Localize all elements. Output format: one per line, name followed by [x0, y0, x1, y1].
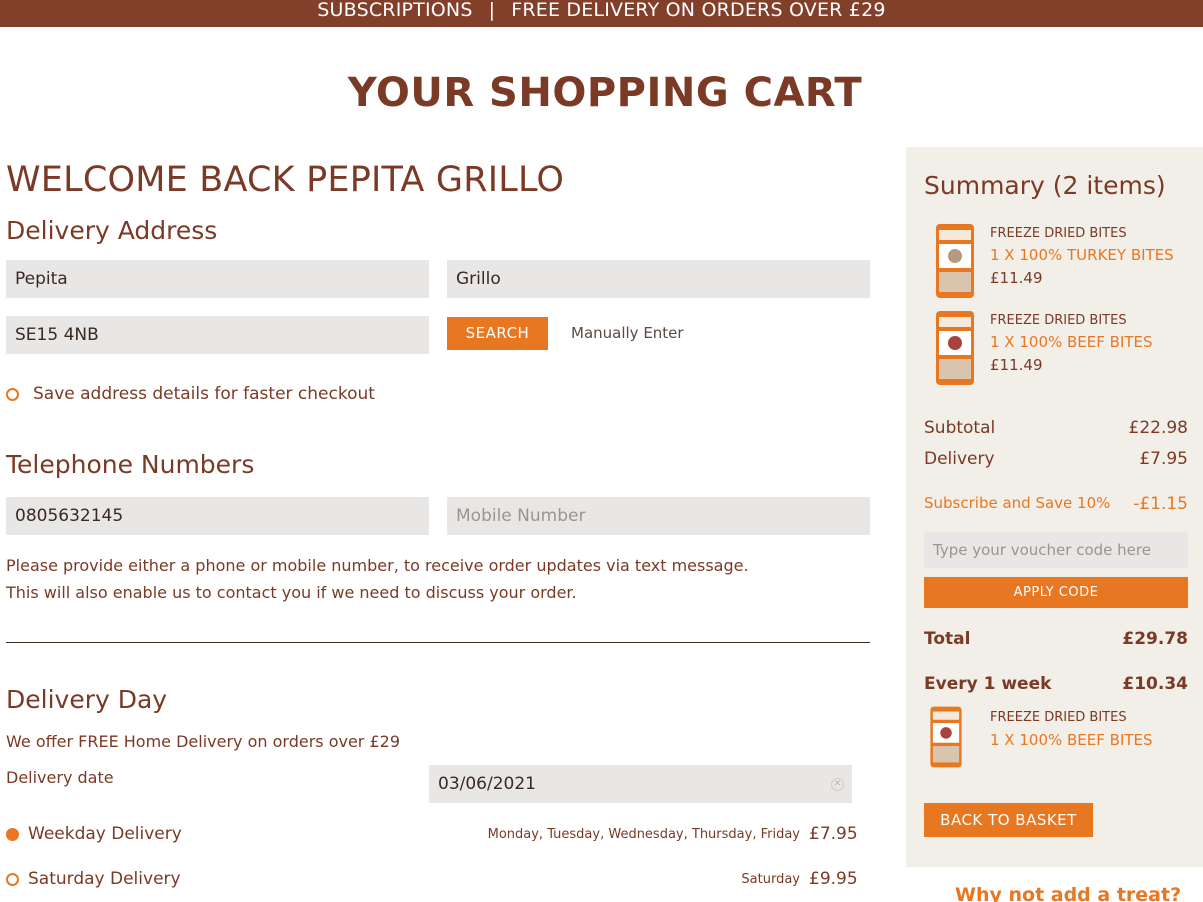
add-treat-heading: Why not add a treat? [955, 884, 1182, 902]
banner-free-delivery-text: FREE DELIVERY ON ORDERS OVER £29 [511, 0, 886, 21]
subtotal-label: Subtotal [924, 418, 996, 438]
order-summary-panel: Summary (2 items) FREEZE DRIED BITES 1 X… [906, 147, 1203, 867]
discount-value: -£1.15 [1133, 494, 1188, 514]
postcode-field[interactable]: SE15 4NB [6, 316, 429, 354]
search-address-button[interactable]: SEARCH [447, 317, 548, 350]
discount-label: Subscribe and Save 10% [924, 494, 1111, 512]
banner-subscriptions-link[interactable]: SUBSCRIPTIONS [317, 0, 472, 20]
subscription-frequency-value: £10.34 [1122, 674, 1188, 694]
subscription-item-category: FREEZE DRIED BITES [990, 710, 1127, 725]
subscription-product-image [930, 706, 962, 768]
last-name-field[interactable]: Grillo [447, 260, 870, 298]
phone-field[interactable]: 0805632145 [6, 497, 429, 535]
mobile-field[interactable]: Mobile Number [447, 497, 870, 535]
weekday-delivery-radio[interactable] [6, 828, 19, 841]
delivery-date-label: Delivery date [6, 768, 114, 787]
subtotal-value: £22.98 [1128, 418, 1188, 438]
welcome-heading: WELCOME BACK PEPITA GRILLO [6, 160, 565, 200]
item2-name[interactable]: 1 X 100% BEEF BITES [990, 333, 1153, 351]
delivery-date-field[interactable]: 03/06/2021 ✕ [429, 765, 852, 803]
phone-note-line1: Please provide either a phone or mobile … [6, 556, 749, 575]
item1-category: FREEZE DRIED BITES [990, 226, 1127, 241]
voucher-input[interactable]: Type your voucher code here [924, 532, 1188, 568]
item1-price: £11.49 [990, 269, 1043, 287]
beef-bites-product-image [936, 311, 974, 385]
first-name-field[interactable]: Pepita [6, 260, 429, 298]
saturday-delivery-price: £9.95 [809, 869, 858, 889]
back-to-basket-button[interactable]: BACK TO BASKET [924, 803, 1093, 837]
total-label: Total [924, 629, 971, 649]
item1-name[interactable]: 1 X 100% TURKEY BITES [990, 246, 1174, 264]
clear-date-icon[interactable]: ✕ [831, 778, 844, 791]
summary-title: Summary (2 items) [924, 171, 1166, 200]
subscription-frequency-label: Every 1 week [924, 674, 1052, 694]
banner-separator: | [488, 0, 496, 21]
weekday-delivery-label: Weekday Delivery [28, 824, 182, 844]
delivery-cost-value: £7.95 [1139, 449, 1188, 469]
top-banner: SUBSCRIPTIONS | FREE DELIVERY ON ORDERS OV… [0, 0, 1203, 27]
manually-enter-link[interactable]: Manually Enter [571, 324, 684, 342]
saturday-delivery-label: Saturday Delivery [28, 869, 181, 889]
total-value: £29.78 [1122, 629, 1188, 649]
item2-category: FREEZE DRIED BITES [990, 313, 1127, 328]
delivery-day-heading: Delivery Day [6, 685, 168, 714]
apply-code-button[interactable]: APPLY CODE [924, 577, 1188, 608]
telephone-heading: Telephone Numbers [6, 450, 255, 479]
weekday-delivery-days: Monday, Tuesday, Wednesday, Thursday, Fr… [487, 827, 800, 842]
delivery-cost-label: Delivery [924, 449, 995, 469]
save-address-label: Save address details for faster checkout [33, 384, 375, 404]
phone-note-line2: This will also enable us to contact you … [6, 583, 577, 602]
item2-price: £11.49 [990, 356, 1043, 374]
delivery-address-heading: Delivery Address [6, 216, 218, 245]
save-address-radio[interactable] [6, 388, 19, 401]
section-divider [6, 642, 870, 643]
turkey-bites-product-image [936, 224, 974, 298]
free-delivery-note: We offer FREE Home Delivery on orders ov… [6, 732, 400, 751]
page-title: YOUR SHOPPING CART [347, 70, 863, 116]
weekday-delivery-price: £7.95 [809, 824, 858, 844]
subscription-item-name[interactable]: 1 X 100% BEEF BITES [990, 731, 1153, 749]
delivery-date-value: 03/06/2021 [438, 774, 536, 794]
saturday-delivery-radio[interactable] [6, 873, 19, 886]
saturday-delivery-days: Saturday [741, 872, 800, 887]
